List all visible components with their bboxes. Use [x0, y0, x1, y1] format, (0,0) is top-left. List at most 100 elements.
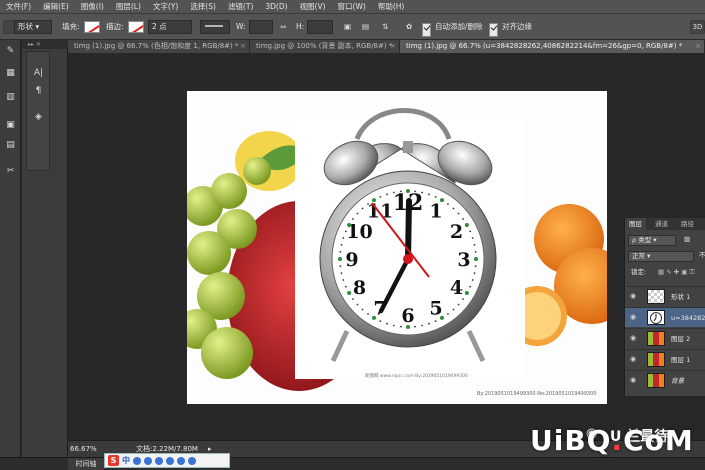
layer-row[interactable]: ◉ 背景	[625, 370, 705, 390]
link-icon[interactable]: ⇔	[280, 20, 286, 34]
eye-icon[interactable]: ◉	[630, 292, 639, 301]
stroke-width-field[interactable]: 2 点	[148, 20, 192, 34]
eye-icon[interactable]: ◉	[630, 334, 639, 343]
zoom-level[interactable]: 66.67%	[70, 441, 97, 458]
align-edges-checkbox[interactable]	[489, 23, 498, 37]
clock-tick	[473, 272, 476, 275]
tab-document-2[interactable]: timg.jpg @ 100% (背景 副本, RGB/8#) * ×	[250, 40, 400, 53]
ime-emoji-icon[interactable]	[144, 456, 152, 465]
eye-icon[interactable]: ◉	[630, 376, 639, 385]
3d-workspace-button[interactable]: 3D	[690, 20, 705, 34]
layer-thumbnail	[647, 289, 665, 304]
layer-row[interactable]: ◉ 图层 2	[625, 328, 705, 348]
clock-tick	[340, 243, 343, 246]
clock-tick	[340, 272, 343, 275]
lock-icons[interactable]: ▦ ✎ ✚ ▣ ⚿	[655, 268, 705, 279]
gear-icon[interactable]: ✿	[406, 20, 412, 34]
menu-help[interactable]: 帮助(H)	[372, 0, 411, 14]
3d-cube-icon[interactable]: ◈	[31, 110, 46, 125]
tools-icon[interactable]: ✂	[3, 164, 18, 179]
close-icon[interactable]: ×	[390, 40, 396, 53]
fill-swatch[interactable]	[84, 21, 100, 33]
menu-window[interactable]: 窗口(W)	[332, 0, 372, 14]
clock-tick	[367, 203, 369, 205]
tab-timeline[interactable]: 时间轴	[68, 458, 104, 470]
watermark-left: 昵图网 www.nipic.com	[190, 392, 266, 400]
ime-punctuation-icon[interactable]	[133, 456, 141, 465]
auto-add-delete-label: 自动添加/删除	[435, 22, 483, 31]
close-icon[interactable]: ×	[695, 40, 701, 53]
paragraph-icon[interactable]: ¶	[31, 84, 46, 99]
stroke-swatch[interactable]	[128, 21, 144, 33]
layer-name: u=38428282	[671, 314, 705, 322]
image-filter-icon[interactable]: ▨	[681, 235, 691, 246]
clock-tick	[338, 257, 342, 261]
menu-filter[interactable]: 滤镜(T)	[222, 0, 259, 14]
history-icon[interactable]: ▣	[3, 118, 18, 133]
layer-name: 形状 1	[671, 293, 691, 301]
layers-icon[interactable]: ▥	[3, 90, 18, 105]
ime-tools-icon[interactable]	[188, 456, 196, 465]
clock-tick	[342, 279, 345, 281]
gradient-icon[interactable]: ▦	[3, 66, 18, 81]
brush-icon[interactable]: ✎	[3, 44, 18, 59]
tab-document-1[interactable]: timg (1).jpg @ 66.7% (色相/饱和度 1, RGB/8#) …	[68, 40, 250, 53]
menu-file[interactable]: 文件(F)	[0, 0, 37, 14]
menu-view[interactable]: 视图(V)	[294, 0, 332, 14]
blend-mode-select[interactable]: 正常 ▾	[628, 251, 694, 262]
layer-row-selected[interactable]: ◉ u=38428282	[625, 307, 705, 327]
stroke-line-icon	[205, 25, 223, 27]
clock-tick	[347, 223, 352, 227]
watermark-right: By:2019051019499300·No:2019051019499300	[477, 391, 597, 397]
clock-tick	[474, 265, 477, 268]
ime-keyboard-icon[interactable]	[166, 456, 174, 465]
layer-row[interactable]: ◉ 图层 1	[625, 349, 705, 369]
clock-tick	[469, 230, 472, 233]
panel-collapse-strip[interactable]: ▸▸ ✕	[22, 40, 68, 49]
clock-numeral: 2	[450, 221, 463, 243]
layers-panel: 图层 通道 路径 ρ 类型 ▾ ▨ 正常 ▾ 不 锁定: ▦ ✎ ✚ ▣ ⚿ ◉…	[624, 218, 705, 396]
clock-tick	[473, 243, 476, 246]
clock-tick	[372, 315, 376, 320]
height-label: H:	[296, 22, 305, 31]
tab-layers[interactable]: 图层	[625, 218, 646, 230]
path-arrangement-icon[interactable]: ⇅	[382, 20, 388, 34]
clock-numeral: 4	[450, 277, 463, 299]
width-label: W:	[236, 22, 246, 31]
layer-filter-select[interactable]: ρ 类型 ▾	[628, 235, 676, 246]
clock-tick	[447, 203, 449, 205]
menu-select[interactable]: 选择(S)	[184, 0, 222, 14]
menu-layer[interactable]: 图层(L)	[110, 0, 147, 14]
tool-mode-select[interactable]: 形状 ▾	[14, 20, 52, 34]
width-field[interactable]	[249, 20, 273, 34]
tab-paths[interactable]: 路径	[677, 218, 698, 230]
character-icon[interactable]: A|	[31, 66, 46, 81]
menu-image[interactable]: 图像(I)	[75, 0, 110, 14]
menu-edit[interactable]: 编辑(E)	[37, 0, 75, 14]
menu-type[interactable]: 文字(Y)	[147, 0, 184, 14]
clock-tick	[352, 218, 354, 220]
ime-voice-icon[interactable]	[155, 456, 163, 465]
clock-tick	[342, 237, 345, 239]
ime-skin-icon[interactable]	[177, 456, 185, 465]
close-icon[interactable]: ×	[240, 40, 246, 53]
clock-numeral: 11	[367, 201, 393, 223]
tab-channels[interactable]: 通道	[651, 218, 672, 230]
document-canvas[interactable]: 121234567891011 昵图网 www.nipic.com 昵图网 ww…	[187, 91, 607, 404]
properties-icon[interactable]: ▤	[3, 138, 18, 153]
document-tabs: timg (1).jpg @ 66.7% (色相/饱和度 1, RGB/8#) …	[68, 40, 705, 53]
path-alignment-icon[interactable]: ▤	[362, 20, 369, 34]
tab-document-3[interactable]: timg (1).jpg @ 66.7% (u=3842828262,40862…	[400, 40, 705, 53]
layer-row[interactable]: ◉ 形状 1	[625, 286, 705, 306]
auto-add-delete-checkbox[interactable]	[422, 23, 431, 37]
menu-3d[interactable]: 3D(D)	[259, 0, 293, 14]
clock-tick	[471, 279, 474, 281]
eye-icon[interactable]: ◉	[630, 355, 639, 364]
clock-tick	[399, 190, 402, 193]
ime-mode-chinese[interactable]: 中	[122, 455, 130, 466]
sogou-logo-icon[interactable]: S	[108, 455, 119, 466]
height-field[interactable]	[307, 20, 333, 34]
path-operations-icon[interactable]: ▣	[344, 20, 351, 34]
eye-icon[interactable]: ◉	[630, 313, 639, 322]
stroke-type-select[interactable]	[200, 20, 230, 34]
